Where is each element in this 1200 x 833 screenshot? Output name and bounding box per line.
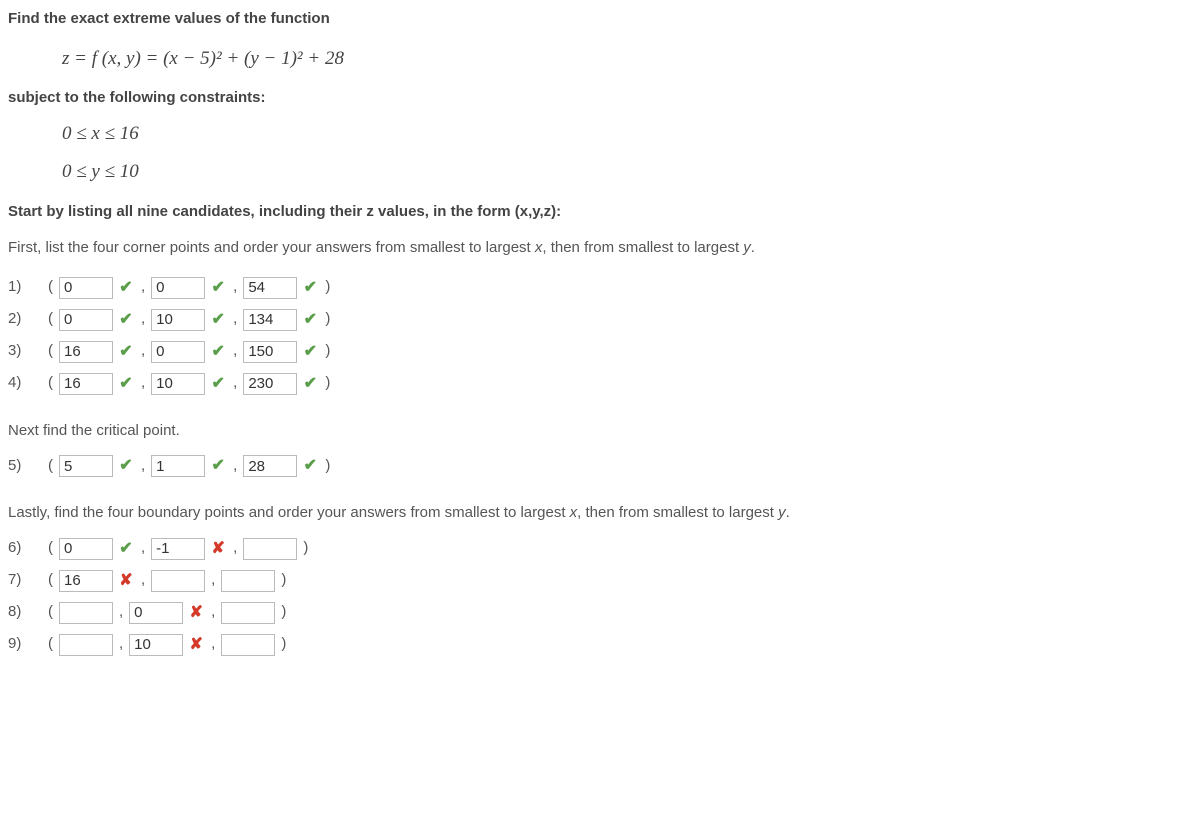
- cross-icon: ✘: [209, 537, 227, 561]
- row-number: 3): [8, 340, 42, 363]
- check-icon: ✔: [301, 276, 319, 300]
- x-input[interactable]: [59, 341, 113, 363]
- row-number: 1): [8, 276, 42, 299]
- check-icon: ✔: [209, 276, 227, 300]
- row-number: 7): [8, 569, 42, 592]
- z-input[interactable]: [221, 634, 275, 656]
- y-input[interactable]: [129, 602, 183, 624]
- z-input[interactable]: [221, 570, 275, 592]
- y-input[interactable]: [151, 341, 205, 363]
- y-input[interactable]: [151, 538, 205, 560]
- y-input[interactable]: [151, 570, 205, 592]
- answer-row-7: 7) ( ✘ , , ): [8, 567, 1192, 595]
- check-icon: ✔: [301, 308, 319, 332]
- instruction-2: First, list the four corner points and o…: [8, 237, 1192, 260]
- check-icon: ✔: [301, 372, 319, 396]
- cross-icon: ✘: [117, 569, 135, 593]
- check-icon: ✔: [117, 308, 135, 332]
- check-icon: ✔: [209, 308, 227, 332]
- instruction-4: Lastly, find the four boundary points an…: [8, 502, 1192, 525]
- row-number: 5): [8, 455, 42, 478]
- z-input[interactable]: [243, 455, 297, 477]
- function-formula: z = f (x, y) = (x − 5)² + (y − 1)² + 28: [62, 45, 1192, 74]
- z-input[interactable]: [243, 373, 297, 395]
- check-icon: ✔: [117, 340, 135, 364]
- z-input[interactable]: [243, 277, 297, 299]
- answer-row-2: 2) ( ✔ , ✔ , ✔ ): [8, 306, 1192, 334]
- constraints-label: subject to the following constraints:: [8, 87, 1192, 110]
- instruction-3: Next find the critical point.: [8, 420, 1192, 443]
- answer-row-1: 1) ( ✔ , ✔ , ✔ ): [8, 274, 1192, 302]
- check-icon: ✔: [209, 372, 227, 396]
- x-input[interactable]: [59, 455, 113, 477]
- x-input[interactable]: [59, 277, 113, 299]
- z-input[interactable]: [243, 309, 297, 331]
- check-icon: ✔: [301, 340, 319, 364]
- check-icon: ✔: [117, 454, 135, 478]
- z-input[interactable]: [221, 602, 275, 624]
- answer-row-5: 5) ( ✔ , ✔ , ✔ ): [8, 452, 1192, 480]
- z-input[interactable]: [243, 341, 297, 363]
- y-input[interactable]: [151, 277, 205, 299]
- constraint-2: 0 ≤ y ≤ 10: [62, 158, 1192, 187]
- heading: Find the exact extreme values of the fun…: [8, 8, 1192, 31]
- x-input[interactable]: [59, 602, 113, 624]
- check-icon: ✔: [117, 537, 135, 561]
- answer-row-8: 8) ( , ✘ , ): [8, 599, 1192, 627]
- cross-icon: ✘: [187, 601, 205, 625]
- instruction-1: Start by listing all nine candidates, in…: [8, 201, 1192, 224]
- x-input[interactable]: [59, 538, 113, 560]
- check-icon: ✔: [209, 340, 227, 364]
- x-input[interactable]: [59, 634, 113, 656]
- check-icon: ✔: [117, 372, 135, 396]
- check-icon: ✔: [117, 276, 135, 300]
- check-icon: ✔: [301, 454, 319, 478]
- row-number: 2): [8, 308, 42, 331]
- x-input[interactable]: [59, 373, 113, 395]
- check-icon: ✔: [209, 454, 227, 478]
- y-input[interactable]: [129, 634, 183, 656]
- answer-row-3: 3) ( ✔ , ✔ , ✔ ): [8, 338, 1192, 366]
- cross-icon: ✘: [187, 633, 205, 657]
- y-input[interactable]: [151, 455, 205, 477]
- y-input[interactable]: [151, 373, 205, 395]
- row-number: 8): [8, 601, 42, 624]
- x-input[interactable]: [59, 570, 113, 592]
- row-number: 4): [8, 372, 42, 395]
- y-input[interactable]: [151, 309, 205, 331]
- answer-row-9: 9) ( , ✘ , ): [8, 631, 1192, 659]
- z-input[interactable]: [243, 538, 297, 560]
- x-input[interactable]: [59, 309, 113, 331]
- row-number: 9): [8, 633, 42, 656]
- constraint-1: 0 ≤ x ≤ 16: [62, 120, 1192, 149]
- answer-row-6: 6) ( ✔ , ✘ , ): [8, 535, 1192, 563]
- row-number: 6): [8, 537, 42, 560]
- answer-row-4: 4) ( ✔ , ✔ , ✔ ): [8, 370, 1192, 398]
